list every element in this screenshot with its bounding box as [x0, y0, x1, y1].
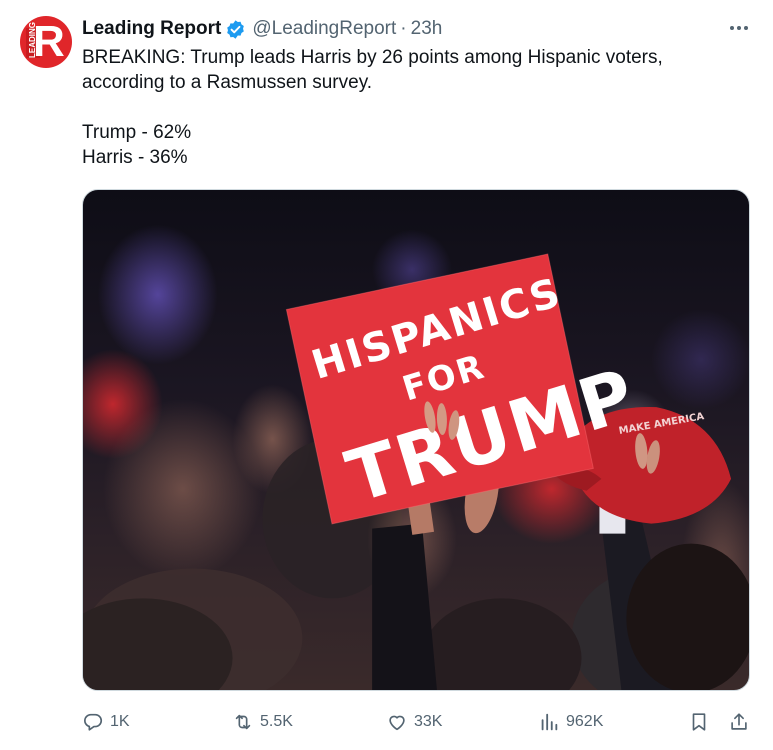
action-bar: 1K 5.5K 33K 962K	[82, 707, 754, 737]
photo-scene: HISPANICS FOR TRUMP MAKE AMERICA	[83, 224, 749, 690]
reply-button[interactable]: 1K	[82, 707, 130, 737]
separator-dot: ·	[400, 18, 407, 39]
bookmark-icon	[692, 713, 706, 731]
view-count: 962K	[566, 713, 604, 730]
account-handle[interactable]: @LeadingReport	[252, 18, 396, 40]
repost-button[interactable]: 5.5K	[232, 707, 293, 737]
tweet-text: BREAKING: Trump leads Harris by 26 point…	[82, 45, 742, 170]
share-icon	[731, 713, 747, 730]
reply-count: 1K	[110, 713, 130, 730]
verified-badge-icon	[227, 19, 245, 39]
tweet-stat-trump: Trump - 62%	[82, 122, 192, 143]
more-icon[interactable]	[724, 16, 754, 40]
post-time[interactable]: 23h	[411, 18, 443, 40]
avatar-letter: R	[33, 17, 65, 66]
like-count: 33K	[414, 713, 443, 730]
tweet-stat-harris: Harris - 36%	[82, 147, 188, 168]
tweet-photo[interactable]: HISPANICS FOR TRUMP MAKE AMERICA	[82, 189, 750, 691]
avatar[interactable]: LEADING R	[20, 16, 72, 68]
bookmark-button[interactable]	[688, 707, 710, 737]
heart-icon	[389, 715, 405, 731]
like-button[interactable]: 33K	[386, 707, 442, 737]
views-button[interactable]: 962K	[538, 707, 603, 737]
repost-count: 5.5K	[260, 713, 293, 730]
reply-icon	[84, 713, 103, 731]
repost-icon	[235, 714, 251, 730]
share-button[interactable]	[728, 707, 750, 737]
tweet-headline: BREAKING: Trump leads Harris by 26 point…	[82, 47, 663, 93]
tweet[interactable]: LEADING R Leading Report @LeadingReport …	[0, 0, 773, 750]
tweet-header: Leading Report @LeadingReport · 23h	[82, 16, 442, 42]
views-icon	[541, 713, 558, 731]
account-name[interactable]: Leading Report	[82, 18, 221, 40]
